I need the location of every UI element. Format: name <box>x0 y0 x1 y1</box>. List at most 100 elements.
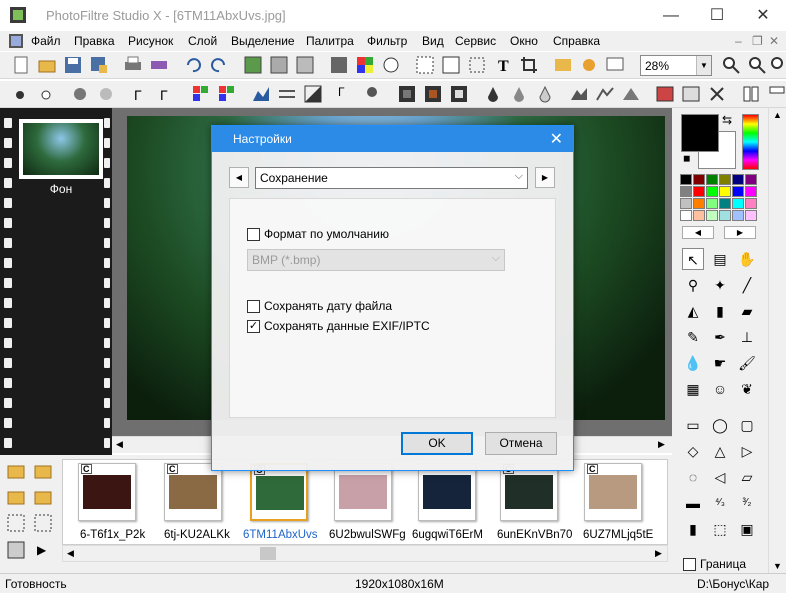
scroll-down-icon[interactable]: ▼ <box>773 561 782 571</box>
menu-image[interactable]: Рисунок <box>128 34 173 48</box>
filmstrip-thumbnail[interactable] <box>334 463 392 521</box>
color-swatch[interactable] <box>680 174 692 185</box>
auto-contrast-icon[interactable] <box>364 85 382 103</box>
sharpen-icon[interactable] <box>424 85 442 103</box>
document-menu-icon[interactable] <box>9 34 23 48</box>
texture-icon[interactable] <box>622 85 640 103</box>
open-selection-icon[interactable]: ▱ <box>736 466 758 488</box>
drop-icon[interactable] <box>484 85 502 103</box>
scan-icon[interactable] <box>150 56 168 74</box>
doc-minimize-button[interactable]: – <box>735 34 742 48</box>
folder-copy-icon[interactable] <box>7 488 25 506</box>
color-swatch[interactable] <box>719 210 731 221</box>
blur-drop-icon[interactable]: 💧 <box>682 352 704 374</box>
color-spectrum[interactable] <box>742 114 759 170</box>
window-select-icon[interactable]: ▣ <box>736 518 758 540</box>
save-as-icon[interactable] <box>90 56 108 74</box>
gradient-icon[interactable] <box>330 56 348 74</box>
person-crop-icon[interactable] <box>442 56 460 74</box>
menu-palette[interactable]: Палитра <box>306 34 354 48</box>
scroll-left-icon[interactable]: ◀ <box>116 439 123 450</box>
ratio-43-icon[interactable]: ⁴⁄₃ <box>709 492 731 514</box>
layer-manager-icon[interactable]: ▤ <box>709 248 731 270</box>
filmstrip-thumbnail[interactable] <box>418 463 476 521</box>
layer-thumbnail[interactable] <box>19 119 103 179</box>
cancel-button[interactable]: Отмена <box>485 432 557 455</box>
color-swatch[interactable] <box>719 198 731 209</box>
flip-horizontal-icon[interactable] <box>742 85 760 103</box>
stamp-icon[interactable]: ⊥ <box>736 326 758 348</box>
color-swatch[interactable] <box>719 174 731 185</box>
color-swatch[interactable] <box>706 198 718 209</box>
color-swatch[interactable] <box>680 198 692 209</box>
pen-icon[interactable]: ✒ <box>709 326 731 348</box>
brightness-plus-icon[interactable] <box>12 85 30 103</box>
ok-button[interactable]: OK <box>401 432 473 455</box>
menu-window[interactable]: Окно <box>510 34 538 48</box>
brush-icon[interactable]: ✎ <box>682 326 704 348</box>
flip-vertical-icon[interactable] <box>768 85 786 103</box>
contrast-minus-icon[interactable] <box>98 85 116 103</box>
vertical-selection-icon[interactable]: ▮ <box>682 518 704 540</box>
effect-icon[interactable]: ❦ <box>736 378 758 400</box>
pattern-icon[interactable]: ▦ <box>682 378 704 400</box>
menu-file[interactable]: Файл <box>31 34 61 48</box>
color-swatch[interactable] <box>719 186 731 197</box>
scroll-right-icon[interactable]: ▶ <box>658 439 665 450</box>
menu-view[interactable]: Вид <box>422 34 444 48</box>
menu-selection[interactable]: Выделение <box>231 34 295 48</box>
color-swatch[interactable] <box>732 198 744 209</box>
swap-colors-icon[interactable]: ⇆ <box>722 113 732 127</box>
soften-icon[interactable] <box>450 85 468 103</box>
gamma-plus-icon[interactable]: Γ <box>158 85 176 103</box>
category-select[interactable]: Сохранение ⌵ <box>255 167 528 189</box>
menu-edit[interactable]: Правка <box>74 34 115 48</box>
eraser-icon[interactable]: ▰ <box>736 300 758 322</box>
zoom-fit-icon[interactable] <box>770 56 786 74</box>
new-file-icon[interactable] <box>12 56 30 74</box>
transform-icon[interactable] <box>708 85 726 103</box>
line-tool-icon[interactable]: ╱ <box>736 274 758 296</box>
color-swatch[interactable] <box>680 210 692 221</box>
border-checkbox[interactable] <box>683 558 696 571</box>
grayscale-icon[interactable] <box>682 85 700 103</box>
menu-help[interactable]: Справка <box>553 34 600 48</box>
color-swatch[interactable] <box>693 174 705 185</box>
polygon-icon[interactable]: ◁ <box>709 466 731 488</box>
batch-icon[interactable] <box>7 541 25 559</box>
marquee-select-icon[interactable]: ⬚ <box>709 518 731 540</box>
select-files-icon[interactable] <box>7 514 25 532</box>
chevron-down-icon[interactable]: ▼ <box>696 56 711 75</box>
color-palette-icon[interactable] <box>356 56 374 74</box>
palette-prev-button[interactable]: ◀ <box>682 226 714 239</box>
contrast-plus-icon[interactable] <box>72 85 90 103</box>
eyedropper-icon[interactable]: ⚲ <box>682 274 704 296</box>
color-swatch[interactable] <box>706 174 718 185</box>
color-swatch[interactable] <box>680 186 692 197</box>
save-icon[interactable] <box>64 56 82 74</box>
fill-bucket-icon[interactable]: ◭ <box>682 300 704 322</box>
marquee-icon[interactable] <box>468 56 486 74</box>
text-icon[interactable]: T <box>494 56 512 74</box>
explorer-icon[interactable] <box>554 56 572 74</box>
diamond-shape-icon[interactable]: ◇ <box>682 440 704 462</box>
levels-icon[interactable] <box>252 85 270 103</box>
filmstrip-thumbnail[interactable]: C <box>500 463 558 521</box>
category-next-button[interactable]: ▶ <box>535 167 555 188</box>
lasso-icon[interactable]: ◌ <box>682 466 704 488</box>
brightness-minus-icon[interactable] <box>38 85 56 103</box>
color-swatch[interactable] <box>693 210 705 221</box>
pointer-tool-icon[interactable]: ↖ <box>682 248 704 270</box>
color-swatch[interactable] <box>706 210 718 221</box>
palette-next-button[interactable]: ▶ <box>724 226 756 239</box>
minimize-button[interactable]: — <box>648 0 694 31</box>
select-all-icon[interactable]: ▬ <box>682 492 704 514</box>
open-folder-icon[interactable] <box>38 56 56 74</box>
edge-icon[interactable] <box>596 85 614 103</box>
invert-icon[interactable] <box>304 85 322 103</box>
color-swatch[interactable] <box>745 174 757 185</box>
hand-tool-icon[interactable]: ✋ <box>736 248 758 270</box>
reset-colors-icon[interactable]: ◼ <box>683 153 690 164</box>
blur-icon[interactable] <box>398 85 416 103</box>
color-swatch[interactable] <box>745 210 757 221</box>
